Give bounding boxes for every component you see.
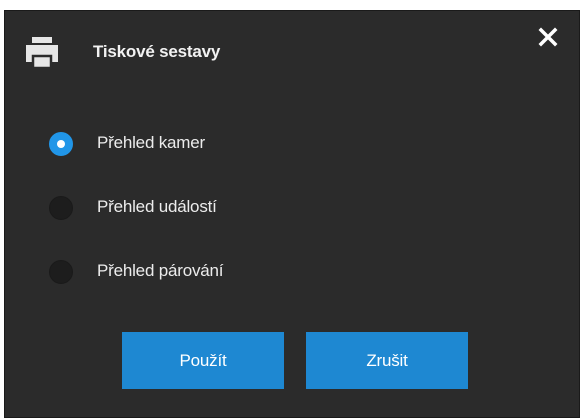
radio-button[interactable] — [49, 260, 73, 284]
dialog-title: Tiskové sestavy — [93, 42, 221, 61]
print-reports-dialog: Tiskové sestavy Přehled kamer Přehled ud… — [4, 10, 580, 418]
option-label: Přehled událostí — [97, 197, 217, 216]
cancel-button[interactable]: Zrušit — [306, 332, 468, 389]
report-options: Přehled kamer Přehled událostí Přehled p… — [49, 125, 529, 317]
option-label: Přehled kamer — [97, 133, 205, 152]
radio-button[interactable] — [49, 196, 73, 220]
printer-icon — [25, 35, 59, 70]
option-label: Přehled párování — [97, 261, 224, 280]
apply-button[interactable]: Použít — [122, 332, 284, 389]
close-icon[interactable] — [537, 26, 559, 48]
option-event-overview[interactable]: Přehled událostí — [49, 189, 529, 253]
option-camera-overview[interactable]: Přehled kamer — [49, 125, 529, 189]
radio-button-checked[interactable] — [49, 132, 73, 156]
option-pairing-overview[interactable]: Přehled párování — [49, 253, 529, 317]
dialog-header: Tiskové sestavy — [5, 11, 579, 89]
